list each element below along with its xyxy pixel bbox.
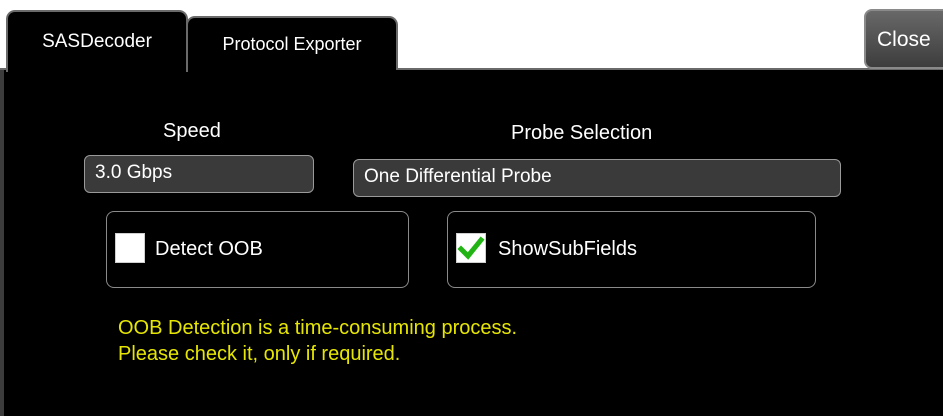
probe-selection-label: Probe Selection: [511, 122, 653, 144]
close-button-label: Close: [877, 28, 931, 51]
check-mark-icon: [457, 236, 485, 260]
tab-sasdecoder-label: SASDecoder: [42, 31, 152, 52]
probe-selection-field[interactable]: One Differential Probe: [353, 159, 841, 197]
tab-protocol-exporter-label: Protocol Exporter: [222, 33, 362, 54]
tab-sasdecoder[interactable]: SASDecoder: [6, 10, 188, 72]
detect-oob-checkbox[interactable]: [115, 233, 145, 263]
probe-selection-value: One Differential Probe: [364, 166, 552, 187]
close-button[interactable]: Close: [864, 9, 943, 69]
show-subfields-checkbox[interactable]: [456, 233, 486, 263]
speed-label: Speed: [163, 120, 221, 142]
speed-field[interactable]: 3.0 Gbps: [84, 155, 314, 193]
tab-protocol-exporter[interactable]: Protocol Exporter: [186, 16, 398, 70]
speed-value: 3.0 Gbps: [95, 162, 173, 183]
warning-line-1: OOB Detection is a time-consuming proces…: [118, 317, 518, 339]
detect-oob-label: Detect OOB: [155, 238, 263, 260]
show-subfields-box[interactable]: ShowSubFields: [447, 211, 816, 288]
warning-line-2: Please check it, only if required.: [118, 343, 401, 365]
show-subfields-label: ShowSubFields: [498, 238, 637, 260]
detect-oob-box[interactable]: Detect OOB: [106, 211, 409, 288]
